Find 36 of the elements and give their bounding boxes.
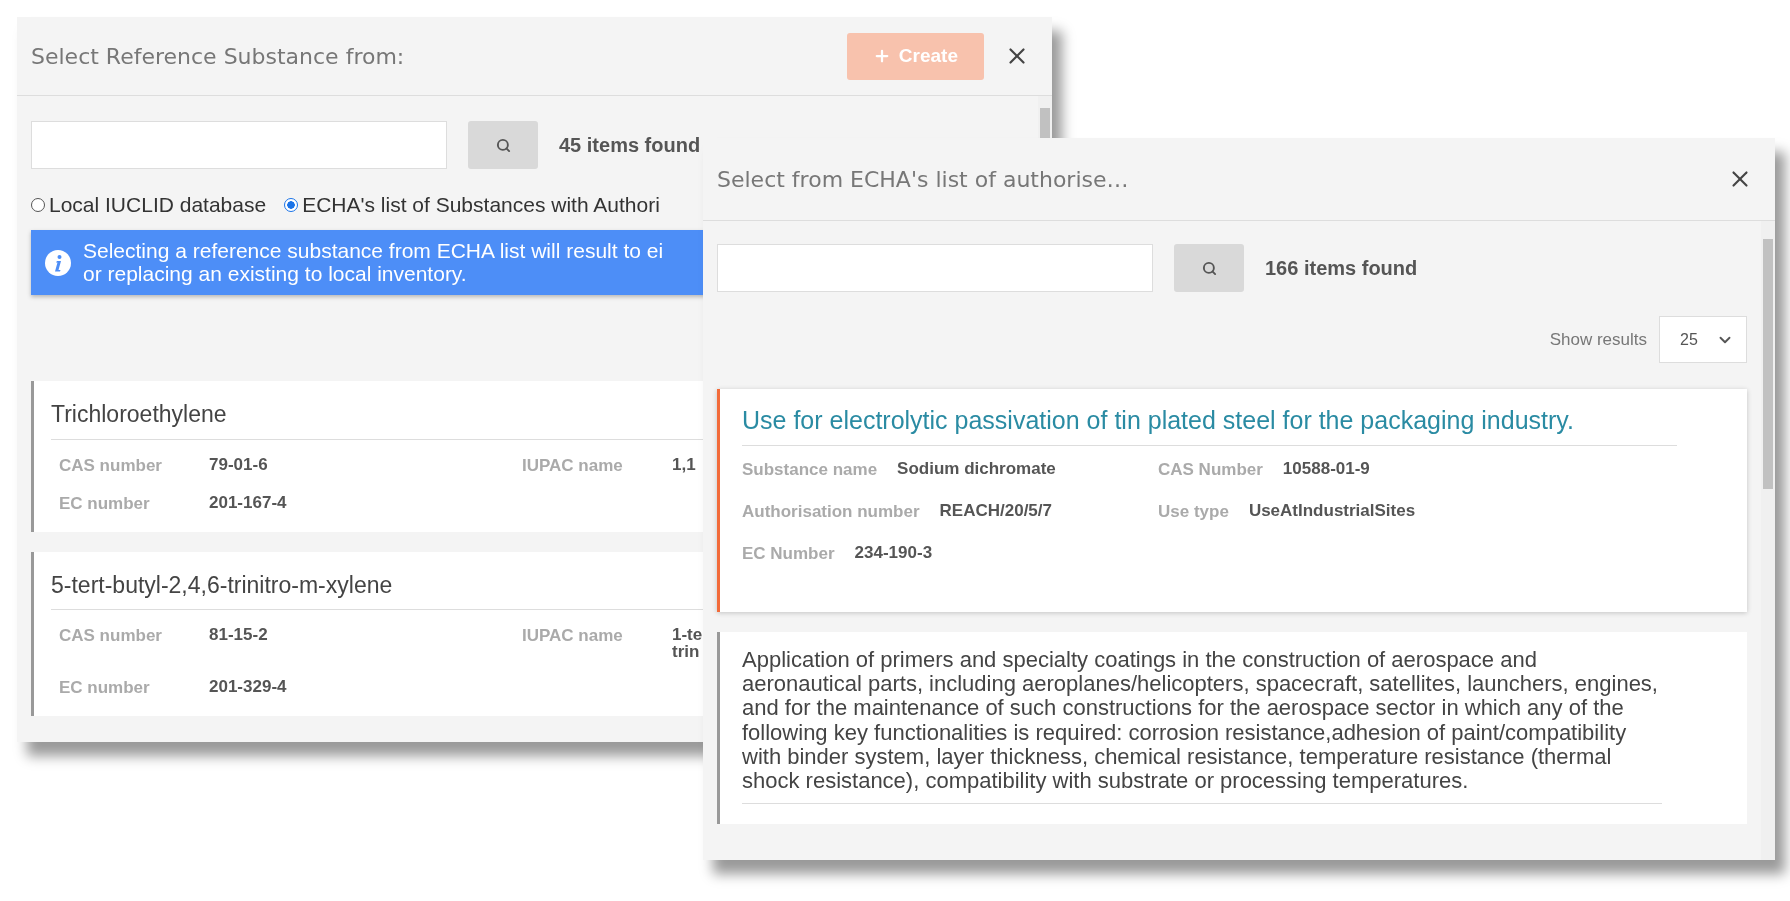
search-field[interactable] xyxy=(717,244,1153,292)
search-icon xyxy=(1201,260,1217,276)
info-icon xyxy=(45,249,71,276)
dialog-title: Select Reference Substance from: xyxy=(31,43,406,69)
field-value: 201-167-4 xyxy=(209,493,287,511)
radio-icon[interactable] xyxy=(31,198,45,212)
field-label: IUPAC name xyxy=(522,626,623,647)
dialog-title: Select from ECHA's list of authorise… xyxy=(717,166,1130,192)
field-label: EC number xyxy=(59,493,150,514)
field-label: CAS Number xyxy=(1158,460,1263,480)
use-title: Use for electrolytic passivation of tin plated steel for the packaging industry. xyxy=(742,405,1677,446)
show-results-label: Show results xyxy=(1549,329,1647,350)
field-label: CAS number xyxy=(59,626,162,647)
field-label: Use type xyxy=(1158,502,1229,522)
info-message: Selecting a reference substance from ECHA list will result to ei or replacing an existing to local inventory. xyxy=(83,240,664,285)
use-card[interactable] xyxy=(717,632,1747,825)
results-count: 166 items found xyxy=(1265,256,1418,280)
field-value: 81-15-2 xyxy=(209,626,268,644)
use-title: Application of primers and specialty coatings in the construction of aerospace and aeronautical parts, including aeroplanes/helicopters, spacecraft, satellites, launchers, engines, and for the maintenance of such constructions for the aerospace sector in which any of the following key functionalities is required: corrosion resistance,adhesion of paint/compatibility with binder system, layer thickness, chemical resistance, temperature resistance (thermal shock resistance), compatibility with substrate or processing temperatures. xyxy=(742,648,1662,805)
field-label: Authorisation number xyxy=(742,502,920,522)
field-label: EC number xyxy=(59,678,150,699)
field-label: CAS number xyxy=(59,455,162,476)
field-value: 1-te trin xyxy=(672,626,703,661)
scrollbar[interactable] xyxy=(1761,221,1775,860)
field-value: 201-329-4 xyxy=(209,678,287,696)
field-value: 79-01-6 xyxy=(209,455,268,473)
search-icon xyxy=(495,137,511,153)
results-per-page-select[interactable]: 25 xyxy=(1659,316,1747,363)
field-label: IUPAC name xyxy=(522,455,623,476)
field-label: Substance name xyxy=(742,460,878,480)
field-value: UseAtIndustrialSites xyxy=(1248,502,1416,522)
field-value: 1,1 xyxy=(672,455,696,473)
radio-icon[interactable] xyxy=(284,198,299,212)
results-count: 45 items found xyxy=(559,133,701,157)
field-value: 10588-01-9 xyxy=(1282,460,1370,480)
search-field[interactable] xyxy=(31,121,447,169)
